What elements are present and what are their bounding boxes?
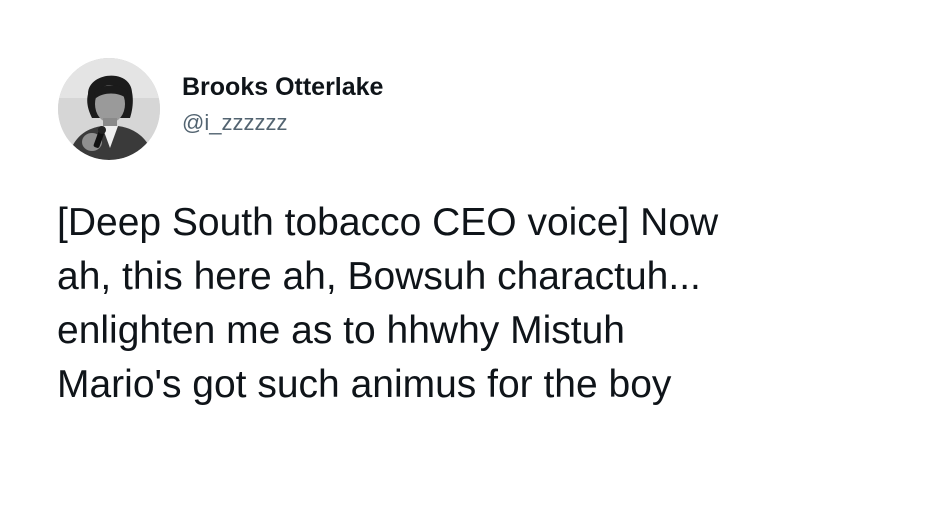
tweet-text-line: ah, this here ah, Bowsuh charactuh... [57,255,701,298]
profile-photo-icon [58,58,160,160]
author-names: Brooks Otterlake @i_zzzzzz [182,72,383,137]
tweet-header: Brooks Otterlake @i_zzzzzz [58,58,383,160]
avatar[interactable] [58,58,160,160]
author-display-name[interactable]: Brooks Otterlake [182,72,383,102]
tweet-text-line: Mario's got such animus for the boy [57,363,672,406]
author-handle[interactable]: @i_zzzzzz [182,109,383,137]
tweet-text: [Deep South tobacco CEO voice] Now ah, t… [57,196,917,412]
tweet-text-line: [Deep South tobacco CEO voice] Now [57,201,719,244]
tweet-text-line: enlighten me as to hhwhy Mistuh [57,309,625,352]
tweet-card: Brooks Otterlake @i_zzzzzz [Deep South t… [0,0,946,510]
